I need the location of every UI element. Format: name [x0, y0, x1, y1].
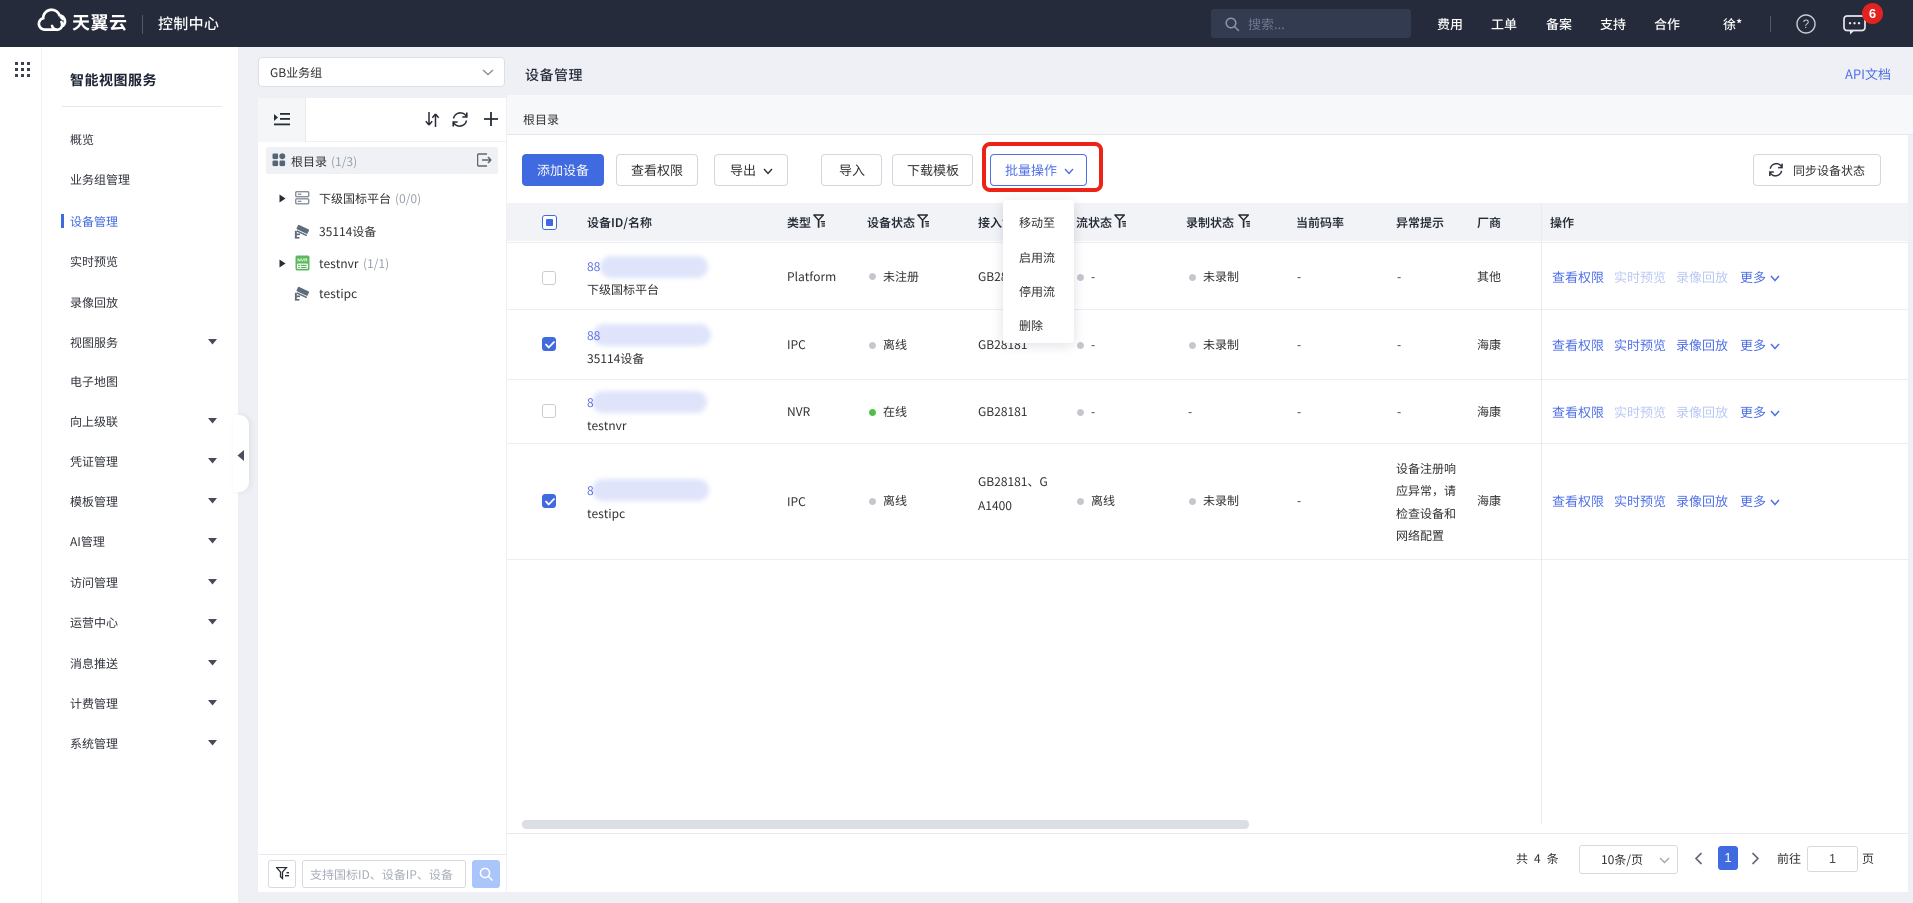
svg-text:?: ?: [1803, 19, 1809, 31]
svg-text:NVR: NVR: [297, 257, 308, 263]
